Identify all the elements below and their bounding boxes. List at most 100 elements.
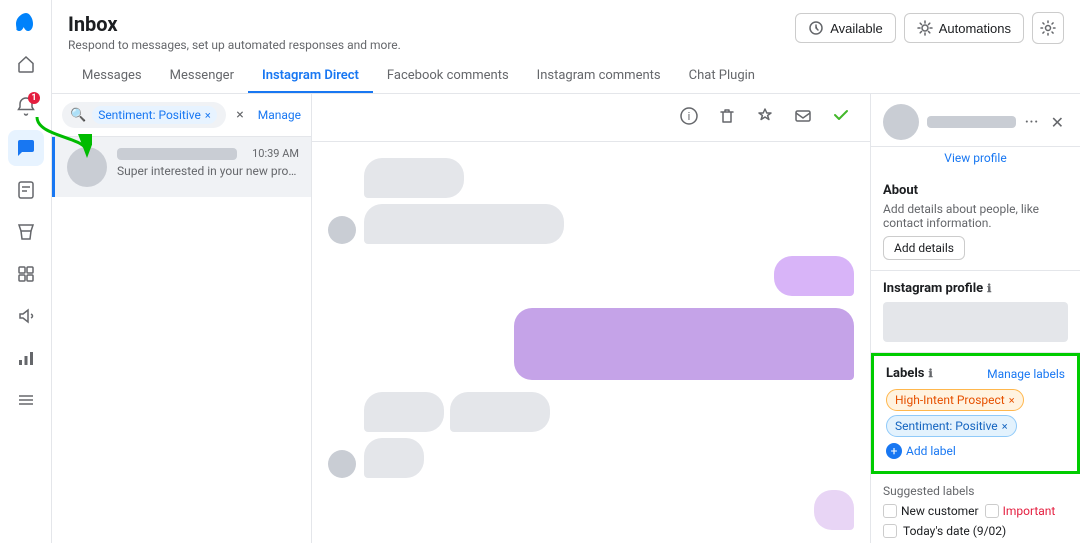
trash-icon[interactable] [714,103,740,133]
message-bubble [364,392,444,432]
page-title: Inbox [68,12,401,36]
svg-text:i: i [688,110,691,123]
body-area: 🔍 Sentiment: Positive × × Manage 10:39 A… [52,94,1080,543]
message-bubble [364,158,464,198]
clock-icon [808,20,824,36]
message-bubble [774,256,854,296]
instagram-profile-placeholder [883,302,1068,342]
conversation-list: 🔍 Sentiment: Positive × × Manage 10:39 A… [52,94,312,543]
add-label-button[interactable]: + Add label [886,441,1065,461]
today-date-checkbox[interactable] [883,524,897,538]
suggested-labels-section: Suggested labels New customer Important … [871,474,1080,543]
label-remove-high-intent[interactable]: × [1009,394,1015,407]
message-bubble-large [514,308,854,380]
labels-info-icon: ℹ [928,367,932,380]
page-subtitle: Respond to messages, set up automated re… [68,38,401,52]
suggested-labels-title: Suggested labels [883,484,1068,498]
today-date-row: Today's date (9/02) [883,524,1068,538]
info-icon[interactable]: i [676,103,702,133]
available-label: Available [830,21,883,36]
sidebar-megaphone-icon[interactable] [8,298,44,334]
message-bubble [814,490,854,530]
view-profile-link[interactable]: View profile [871,147,1080,173]
tab-messages[interactable]: Messages [68,60,156,93]
available-button[interactable]: Available [795,13,896,43]
add-label-text: Add label [906,444,956,458]
conversation-time: 10:39 AM [252,147,299,160]
settings-button[interactable] [1032,12,1064,44]
conversation-name-placeholder [117,148,237,160]
message-bubble [450,392,550,432]
chat-messages: 10:39 AM Super interested in your new pr… [312,142,870,543]
conversation-preview: Super interested in your new produc... [117,164,299,178]
gear-icon [1040,20,1056,36]
about-section: About Add details about people, like con… [871,173,1080,271]
sidebar-chart-icon[interactable] [8,340,44,376]
tab-chat-plugin[interactable]: Chat Plugin [675,60,769,93]
profile-avatar [883,104,919,140]
tab-messenger[interactable]: Messenger [156,60,248,93]
manage-labels-link[interactable]: Manage labels [987,367,1065,381]
label-tag-text: High-Intent Prospect [895,393,1005,407]
message-bubble [364,204,564,244]
filter-tag: Sentiment: Positive × [92,106,217,124]
sidebar-shop-icon[interactable] [8,214,44,250]
labels-title: Labels [886,366,924,381]
conversation-info: 10:39 AM Super interested in your new pr… [117,147,299,178]
important-checkbox[interactable] [985,504,999,518]
sidebar-pages-icon[interactable] [8,172,44,208]
sidebar-home-icon[interactable] [8,46,44,82]
main-content: Inbox Respond to messages, set up automa… [52,0,1080,543]
label-tag-text: Sentiment: Positive [895,419,998,433]
labels-section: Labels ℹ Manage labels High-Intent Prosp… [871,353,1080,474]
tab-bar: Messages Messenger Instagram Direct Face… [68,60,1064,93]
message-right-3 [328,490,854,530]
today-date-label: Today's date (9/02) [903,524,1006,538]
more-options-icon[interactable]: ··· [1024,112,1038,133]
sidebar-grid-icon[interactable] [8,256,44,292]
header: Inbox Respond to messages, set up automa… [52,0,1080,94]
profile-header: ··· ✕ [871,94,1080,147]
suggested-labels-row: New customer Important [883,504,1068,518]
tab-instagram-direct[interactable]: Instagram Direct [248,60,373,93]
tab-instagram-comments[interactable]: Instagram comments [523,60,675,93]
instagram-profile-section: Instagram profile ℹ [871,271,1080,353]
chat-toolbar: i [312,94,870,142]
automations-label: Automations [939,21,1011,36]
instagram-profile-title: Instagram profile [883,281,983,296]
manage-link[interactable]: Manage [254,108,301,122]
automations-button[interactable]: Automations [904,13,1024,43]
label-tag-sentiment: Sentiment: Positive × [886,415,1017,437]
profile-name-placeholder [927,116,1016,128]
label-tag-high-intent: High-Intent Prospect × [886,389,1024,411]
about-subtitle: Add details about people, like contact i… [883,202,1068,230]
header-actions: Available Automations [795,12,1064,44]
message-left-1 [328,158,854,244]
important-label: Important [1003,504,1056,518]
sidebar: 1 [0,0,52,543]
filter-tag-remove[interactable]: × [205,109,211,122]
tab-facebook-comments[interactable]: Facebook comments [373,60,523,93]
about-title: About [883,183,1068,198]
chat-area: i [312,94,870,543]
done-icon[interactable] [828,102,854,133]
sidebar-menu-icon[interactable] [8,382,44,418]
suggested-important: Important [985,504,1056,518]
sender-avatar [328,216,356,244]
meta-logo-icon[interactable] [10,8,42,40]
message-right-2 [328,308,854,380]
add-label-plus-icon: + [886,443,902,459]
labels-list: High-Intent Prospect × Sentiment: Positi… [886,389,1065,441]
email-icon[interactable] [790,103,816,133]
filter-tag-label: Sentiment: Positive [98,108,201,122]
instagram-info-icon: ℹ [987,282,991,295]
suggested-new-customer: New customer [883,504,979,518]
add-details-button[interactable]: Add details [883,236,965,260]
close-panel-icon[interactable]: ✕ [1047,111,1068,134]
star-icon[interactable] [752,103,778,133]
notification-badge: 1 [28,92,39,104]
new-customer-checkbox[interactable] [883,504,897,518]
clear-search-button[interactable]: × [232,107,247,123]
message-left-2 [328,392,854,478]
label-remove-sentiment[interactable]: × [1002,420,1008,433]
